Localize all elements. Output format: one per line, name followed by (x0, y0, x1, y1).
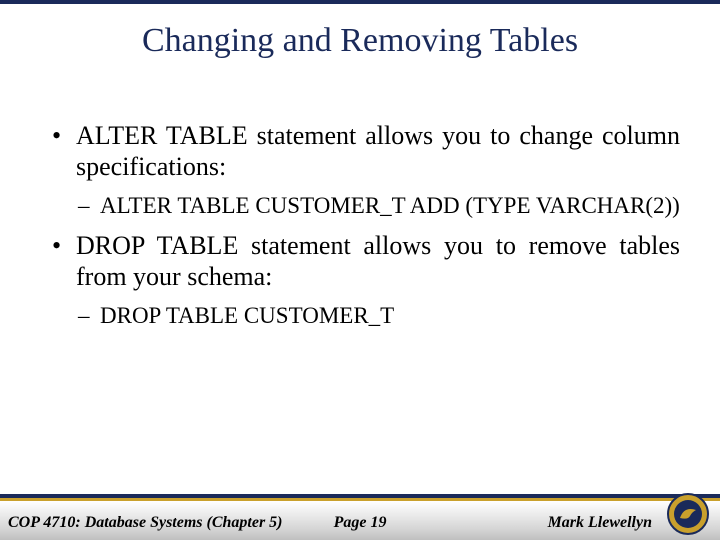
bullet-level-2: DROP TABLE CUSTOMER_T (76, 302, 680, 330)
top-accent-bar (0, 0, 720, 4)
bullet-level-1: ALTER TABLE statement allows you to chan… (48, 120, 680, 182)
slide: Changing and Removing Tables ALTER TABLE… (0, 0, 720, 540)
ucf-pegasus-logo-icon (666, 492, 710, 536)
footer-page-number: Page 19 (334, 514, 387, 532)
footer-course-label: COP 4710: Database Systems (Chapter 5) (8, 514, 283, 532)
footer-bar: COP 4710: Database Systems (Chapter 5) P… (0, 501, 720, 540)
bullet-level-1: DROP TABLE statement allows you to remov… (48, 230, 680, 292)
footer-author: Mark Llewellyn (548, 514, 652, 532)
bullet-level-2: ALTER TABLE CUSTOMER_T ADD (TYPE VARCHAR… (76, 192, 680, 220)
slide-title: Changing and Removing Tables (0, 22, 720, 60)
slide-footer: COP 4710: Database Systems (Chapter 5) P… (0, 494, 720, 540)
slide-content: ALTER TABLE statement allows you to chan… (48, 120, 680, 340)
